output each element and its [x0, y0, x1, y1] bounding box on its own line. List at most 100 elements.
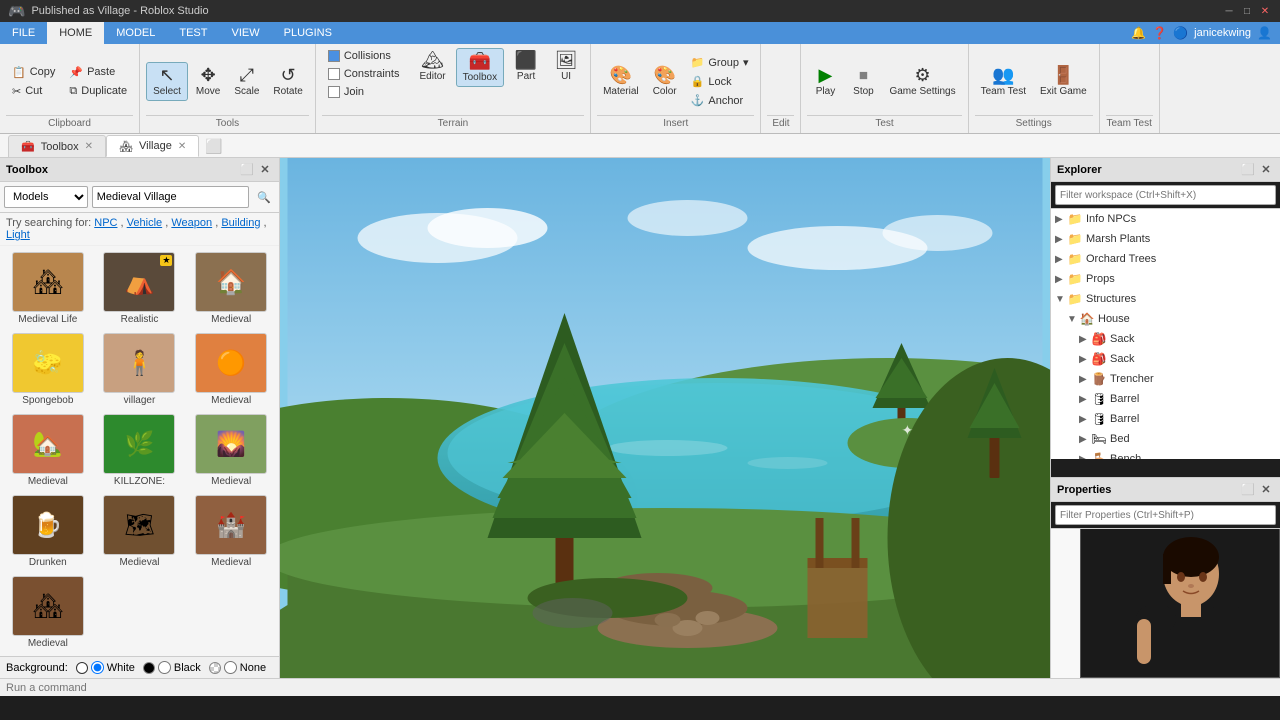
paste-button[interactable]: 📌 Paste — [63, 64, 133, 81]
title-bar-controls[interactable]: ─ □ ✕ — [1222, 4, 1272, 18]
ribbon-tab-file[interactable]: FILE — [0, 22, 47, 44]
stop-button[interactable]: ⏹ Stop — [845, 63, 881, 100]
suggestion-vehicle[interactable]: Vehicle — [127, 217, 162, 229]
search-input[interactable] — [92, 186, 250, 208]
suggestion-light[interactable]: Light — [6, 229, 30, 241]
list-item[interactable]: 🏠 Medieval — [189, 252, 273, 325]
properties-filter-input[interactable] — [1055, 505, 1276, 525]
toggle-bench[interactable]: ▶ — [1079, 454, 1091, 460]
constraints-toggle[interactable]: Constraints — [322, 66, 406, 82]
explorer-maximize-button[interactable]: ⬜ — [1240, 162, 1256, 178]
select-button[interactable]: ↖ Select — [146, 62, 188, 101]
anchor-button[interactable]: ⚓ Anchor — [685, 92, 755, 109]
toggle-orchard-trees[interactable]: ▶ — [1055, 254, 1067, 265]
ribbon-tab-view[interactable]: VIEW — [219, 22, 271, 44]
cut-button[interactable]: ✂ Cut — [6, 83, 61, 100]
collisions-checkbox[interactable] — [328, 50, 340, 62]
toggle-barrel1[interactable]: ▶ — [1079, 394, 1091, 405]
list-item[interactable]: 🧽 Spongebob — [6, 333, 90, 406]
move-button[interactable]: ✥ Move — [190, 63, 226, 100]
close-button[interactable]: ✕ — [1258, 4, 1272, 18]
explorer-filter-input[interactable] — [1055, 185, 1276, 205]
toggle-info-npcs[interactable]: ▶ — [1055, 214, 1067, 225]
viewport[interactable]: ✦ — [280, 158, 1050, 678]
list-item[interactable]: 🧍 villager — [98, 333, 182, 406]
game-settings-button[interactable]: ⚙ Game Settings — [883, 63, 961, 100]
lock-button[interactable]: 🔒 Lock — [685, 73, 755, 90]
toolbox-tab-close[interactable]: ✕ — [85, 141, 93, 152]
list-item[interactable]: 🌄 Medieval — [189, 414, 273, 487]
tree-item-barrel1[interactable]: ▶ 🛢 Barrel — [1051, 389, 1280, 409]
suggestion-weapon[interactable]: Weapon — [171, 217, 212, 229]
play-button[interactable]: ▶ Play — [807, 63, 843, 100]
color-button[interactable]: 🎨 Color — [647, 63, 683, 100]
scale-button[interactable]: ⤢ Scale — [228, 63, 265, 100]
command-input[interactable] — [6, 682, 206, 694]
toggle-sack2[interactable]: ▶ — [1079, 354, 1091, 365]
duplicate-button[interactable]: ⧉ Duplicate — [63, 83, 133, 100]
join-toggle[interactable]: Join — [322, 84, 406, 100]
tree-item-sack2[interactable]: ▶ 🎒 Sack — [1051, 349, 1280, 369]
tree-item-bench[interactable]: ▶ 🪑 Bench — [1051, 449, 1280, 459]
village-tab-close[interactable]: ✕ — [178, 141, 186, 152]
properties-maximize-button[interactable]: ⬜ — [1240, 482, 1256, 498]
tree-item-barrel2[interactable]: ▶ 🛢 Barrel — [1051, 409, 1280, 429]
maximize-button[interactable]: □ — [1240, 4, 1254, 18]
list-item[interactable]: 🏰 Medieval — [189, 495, 273, 568]
list-item[interactable]: 🌿 KILLZONE: — [98, 414, 182, 487]
material-button[interactable]: 🎨 Material — [597, 63, 645, 100]
tree-item-bed[interactable]: ▶ 🛏 Bed — [1051, 429, 1280, 449]
toggle-structures[interactable]: ▼ — [1055, 294, 1067, 305]
list-item[interactable]: 🍺 Drunken — [6, 495, 90, 568]
list-item[interactable]: 🏘 Medieval Life — [6, 252, 90, 325]
properties-close-button[interactable]: ✕ — [1258, 482, 1274, 498]
ui-button[interactable]: 🖼 UI — [548, 48, 584, 85]
tree-item-info-npcs[interactable]: ▶ 📁 Info NPCs — [1051, 209, 1280, 229]
exit-game-button[interactable]: 🚪 Exit Game — [1034, 63, 1093, 100]
collisions-toggle[interactable]: Collisions — [322, 48, 406, 64]
toolbox-maximize-button[interactable]: ⬜ — [239, 162, 255, 178]
team-test-button[interactable]: 👥 Team Test — [975, 63, 1032, 100]
part-button[interactable]: ⬛ Part — [508, 48, 544, 85]
tree-item-orchard-trees[interactable]: ▶ 📁 Orchard Trees — [1051, 249, 1280, 269]
toggle-house[interactable]: ▼ — [1067, 314, 1079, 325]
background-none-option[interactable]: None — [209, 661, 266, 674]
ribbon-tab-plugins[interactable]: PLUGINS — [272, 22, 344, 44]
toggle-barrel2[interactable]: ▶ — [1079, 414, 1091, 425]
toggle-marsh-plants[interactable]: ▶ — [1055, 234, 1067, 245]
group-button[interactable]: 📁 Group ▾ — [685, 54, 755, 71]
toggle-props[interactable]: ▶ — [1055, 274, 1067, 285]
ribbon-tab-model[interactable]: MODEL — [104, 22, 167, 44]
search-button[interactable]: 🔍 — [253, 189, 275, 206]
toggle-trencher[interactable]: ▶ — [1079, 374, 1091, 385]
background-black-option[interactable]: Black — [143, 661, 201, 674]
constraints-checkbox[interactable] — [328, 68, 340, 80]
toolbox-close-button[interactable]: ✕ — [257, 162, 273, 178]
join-checkbox[interactable] — [328, 86, 340, 98]
suggestion-npc[interactable]: NPC — [94, 217, 117, 229]
toolbox-ribbon-button[interactable]: 🧰 Toolbox — [456, 48, 504, 87]
list-item[interactable]: 🏘 Medieval — [6, 576, 90, 649]
ribbon-tab-test[interactable]: TEST — [167, 22, 219, 44]
expand-viewport-button[interactable]: ⬜ — [205, 138, 222, 155]
explorer-tree[interactable]: ▶ 📁 Info NPCs ▶ 📁 Marsh Plants ▶ 📁 Orcha… — [1051, 209, 1280, 459]
toolbox-tab[interactable]: 🧰 Toolbox ✕ — [8, 135, 106, 157]
tree-item-marsh-plants[interactable]: ▶ 📁 Marsh Plants — [1051, 229, 1280, 249]
suggestion-building[interactable]: Building — [221, 217, 260, 229]
tree-item-house[interactable]: ▼ 🏠 House — [1051, 309, 1280, 329]
tree-item-props[interactable]: ▶ 📁 Props — [1051, 269, 1280, 289]
tree-item-sack1[interactable]: ▶ 🎒 Sack — [1051, 329, 1280, 349]
list-item[interactable]: 🏡 Medieval — [6, 414, 90, 487]
list-item[interactable]: 🗺 Medieval — [98, 495, 182, 568]
model-type-select[interactable]: Models Decals Audio Meshes Plugins — [4, 186, 88, 208]
list-item[interactable]: ⛺ ★ Realistic — [98, 252, 182, 325]
toggle-sack1[interactable]: ▶ — [1079, 334, 1091, 345]
copy-button[interactable]: 📋 Copy — [6, 64, 61, 81]
minimize-button[interactable]: ─ — [1222, 4, 1236, 18]
tree-item-trencher[interactable]: ▶ 🪵 Trencher — [1051, 369, 1280, 389]
list-item[interactable]: 🟠 Medieval — [189, 333, 273, 406]
tree-item-structures[interactable]: ▼ 📁 Structures — [1051, 289, 1280, 309]
toggle-bed[interactable]: ▶ — [1079, 434, 1091, 445]
editor-button[interactable]: 🏔 Editor — [413, 48, 451, 85]
rotate-button[interactable]: ↺ Rotate — [267, 63, 308, 100]
